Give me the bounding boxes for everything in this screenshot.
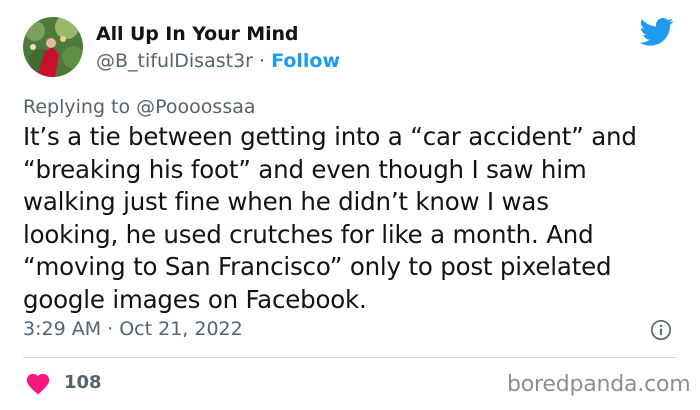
tweet-card: All Up In Your Mind @B_tifulDisast3r · F… [0, 0, 700, 410]
tweet-text: It’s a tie between getting into a “car a… [23, 121, 683, 316]
author-handle-row: @B_tifulDisast3r · Follow [96, 50, 340, 72]
tweet-text-line: google images on Facebook. [23, 284, 367, 314]
author-handle[interactable]: @B_tifulDisast3r [96, 50, 253, 72]
tweet-timestamp[interactable]: 3:29 AM · Oct 21, 2022 [23, 318, 243, 340]
follow-button[interactable]: Follow [271, 50, 340, 72]
watermark: boredpanda.com [507, 372, 691, 397]
replying-prefix: Replying to [23, 96, 137, 118]
twitter-bird-icon[interactable] [640, 17, 674, 47]
like-count: 108 [64, 372, 102, 393]
reply-mention-link[interactable]: @Poooossaa [136, 96, 255, 118]
tweet-text-line: “moving to San Francisco” only to post p… [23, 252, 612, 281]
tweet-text-line: “breaking his foot” and even though I sa… [23, 154, 587, 184]
handle-separator: · [252, 50, 272, 72]
author-display-name[interactable]: All Up In Your Mind [96, 23, 299, 45]
divider [23, 357, 677, 358]
avatar[interactable] [23, 17, 83, 77]
tweet-text-line: looking, he used crutches for like a mon… [23, 219, 594, 249]
tweet-text-line: It’s a tie between getting into a “car a… [23, 122, 637, 151]
tweet-text-line: walking just fine when he didn’t know I … [23, 187, 549, 216]
heart-icon[interactable] [25, 371, 51, 395]
replying-to: Replying to @Poooossaa [23, 96, 256, 118]
info-icon[interactable] [650, 319, 672, 341]
